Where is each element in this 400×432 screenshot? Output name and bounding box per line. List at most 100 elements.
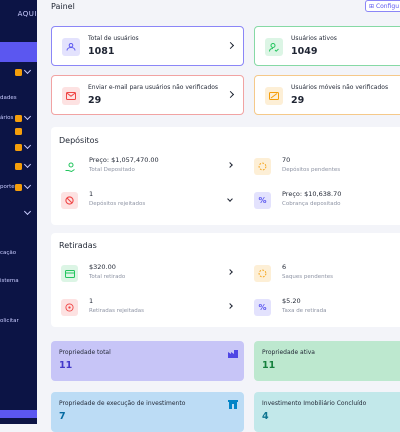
chevron-right-icon	[226, 90, 235, 99]
withdraw-pending-value: 6	[282, 263, 287, 271]
deposit-row-total[interactable]: Preço: $1,057,470.00 Total Depositado	[51, 155, 236, 183]
sidebar-item-4[interactable]	[0, 125, 37, 139]
property-value: 7	[59, 411, 66, 422]
deposits-title: Depósitos	[59, 136, 99, 145]
sidebar-item-1[interactable]	[0, 66, 37, 80]
deposit-row-charge[interactable]: % Preço: $10,638.70 Cobrança depositado	[244, 189, 400, 217]
config-button[interactable]: ⊞ Configu	[365, 0, 400, 12]
property-label: Propriedade ativa	[262, 349, 315, 356]
sidebar-item-5[interactable]	[0, 141, 37, 155]
stat-label: Total de usuários	[88, 35, 139, 42]
sidebar-item-label[interactable]: cação	[0, 250, 16, 256]
deposit-rejected-label: Depósitos rejeitados	[89, 201, 146, 207]
badge-icon	[15, 144, 22, 151]
chevron-down-icon	[23, 66, 32, 75]
ban-icon	[61, 192, 78, 209]
deposit-rejected-value: 1	[89, 190, 94, 198]
badge-icon	[15, 184, 22, 191]
property-value: 4	[262, 411, 269, 422]
withdraw-row-fee[interactable]: % $5.20 Taxa de retirada	[244, 296, 400, 324]
stat-card-mobile-unverified[interactable]: Usuários móveis não verificados 29	[254, 75, 400, 115]
stat-label: Enviar e-mail para usuários não verifica…	[88, 84, 219, 91]
property-label: Propriedade de execução de investimento	[59, 400, 186, 407]
withdraw-row-total[interactable]: $320.00 Total retirado	[51, 262, 236, 290]
deposits-panel: Depósitos Preço: $1,057,470.00 Total Dep…	[51, 127, 400, 225]
stat-label: Usuários móveis não verificados	[291, 84, 389, 91]
percent-icon: %	[254, 192, 271, 209]
factory-icon	[228, 350, 238, 358]
mail-icon	[62, 87, 80, 105]
sidebar: AQUI dades ários porte cação istema olic…	[0, 0, 37, 424]
sidebar-item-label[interactable]: dades	[0, 95, 17, 101]
chevron-right-icon	[227, 269, 233, 275]
sidebar-item-7[interactable]: porte	[0, 181, 37, 195]
stat-card-total-users[interactable]: Total de usuários 1081	[51, 26, 244, 66]
sidebar-item-3[interactable]: ários	[0, 112, 37, 126]
stat-value: 1081	[88, 46, 115, 57]
chevron-right-icon	[227, 162, 233, 168]
badge-icon	[15, 163, 22, 170]
stat-label: Usuários ativos	[291, 35, 337, 42]
cash-icon	[61, 265, 78, 282]
deposit-row-pending[interactable]: 70 Depósitos pendentes	[244, 155, 400, 183]
stat-value: 29	[291, 95, 305, 106]
withdraw-row-pending[interactable]: 6 Saques pendentes	[244, 262, 400, 290]
property-card-active[interactable]: Propriedade ativa 11	[254, 341, 400, 381]
spinner-icon	[254, 158, 271, 175]
users-icon	[62, 38, 80, 56]
percent-icon: %	[254, 299, 271, 316]
withdraw-fee-label: Taxa de retirada	[282, 308, 327, 314]
chevron-down-icon	[23, 207, 32, 216]
sidebar-item-label[interactable]: istema	[0, 278, 19, 284]
property-card-total[interactable]: Propriedade total 11	[51, 341, 244, 381]
deposit-pending-label: Depósitos pendentes	[282, 167, 341, 173]
chevron-down-icon	[23, 141, 32, 150]
spinner-icon	[254, 265, 271, 282]
withdrawals-panel: Retiradas $320.00 Total retirado 6 Saque…	[51, 233, 400, 327]
withdraw-pending-label: Saques pendentes	[282, 274, 333, 280]
deposit-pending-value: 70	[282, 156, 291, 164]
stat-card-active-users[interactable]: Usuários ativos 1049	[254, 26, 400, 66]
property-label: Propriedade total	[59, 349, 111, 356]
property-card-completed[interactable]: Investimento Imobiliário Concluído 4	[254, 392, 400, 432]
sidebar-item-dashboard[interactable]	[0, 42, 37, 62]
sidebar-item-6[interactable]	[0, 160, 37, 174]
sidebar-item-8[interactable]	[0, 207, 37, 221]
stat-value: 1049	[291, 46, 318, 57]
chevron-right-icon	[227, 303, 233, 309]
sidebar-item-label: ários	[0, 115, 14, 121]
user-check-icon	[265, 38, 283, 56]
sidebar-bottom-button[interactable]	[0, 410, 37, 418]
hand-money-icon	[61, 158, 78, 175]
deposit-total-value: Preço: $1,057,470.00	[89, 156, 159, 164]
deposit-charge-label: Cobrança depositado	[282, 201, 341, 207]
stat-value: 29	[88, 95, 102, 106]
badge-icon	[15, 69, 22, 76]
deposit-row-rejected[interactable]: 1 Depósitos rejeitados	[51, 189, 236, 217]
page-title: Painel	[51, 2, 75, 11]
withdraw-total-label: Total retirado	[89, 274, 126, 280]
sidebar-item-label[interactable]: olicitar	[0, 318, 19, 324]
stat-card-email-unverified[interactable]: Enviar e-mail para usuários não verifica…	[51, 75, 244, 115]
config-label: Configu	[375, 3, 399, 10]
deposit-charge-value: Preço: $10,638.70	[282, 190, 342, 198]
message-icon	[265, 87, 283, 105]
sidebar-item-label: porte	[0, 184, 15, 190]
chevron-down-icon	[23, 160, 32, 169]
withdraw-total-value: $320.00	[89, 263, 116, 271]
withdraw-row-rejected[interactable]: 1 Retiradas rejeitadas	[51, 296, 236, 324]
withdrawals-title: Retiradas	[59, 241, 97, 250]
withdraw-fee-value: $5.20	[282, 297, 301, 305]
deposit-total-label: Total Depositado	[89, 167, 135, 173]
property-card-in-progress[interactable]: Propriedade de execução de investimento …	[51, 392, 244, 432]
property-value: 11	[262, 360, 276, 371]
chevron-down-icon	[23, 181, 32, 190]
chevron-down-icon	[227, 196, 233, 202]
x-circle-icon	[61, 299, 78, 316]
chevron-right-icon	[226, 41, 235, 50]
sidebar-brand: AQUI	[17, 10, 37, 18]
badge-icon	[15, 128, 22, 135]
badge-icon	[15, 115, 22, 122]
withdraw-rejected-value: 1	[89, 297, 94, 305]
withdraw-rejected-label: Retiradas rejeitadas	[89, 308, 144, 314]
